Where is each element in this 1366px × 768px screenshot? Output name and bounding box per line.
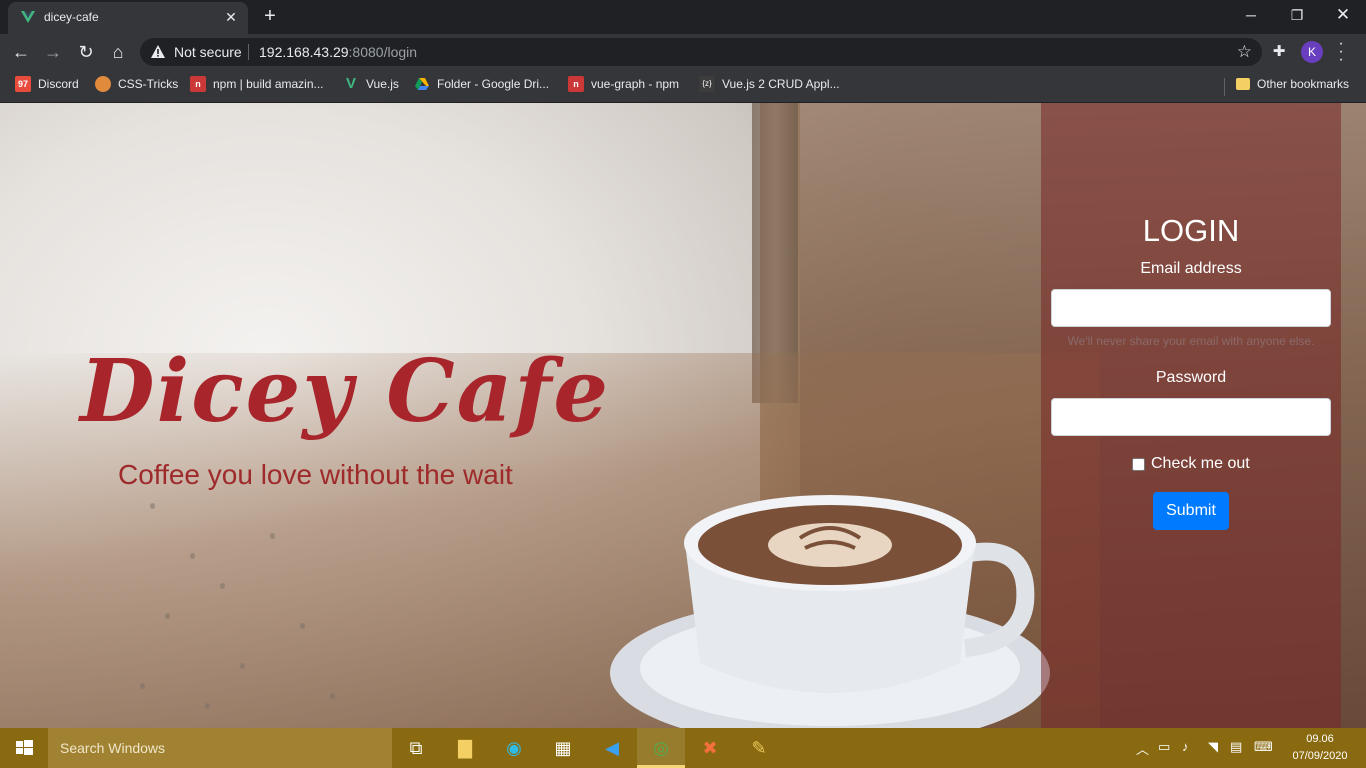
home-icon[interactable]: ⌂ (105, 39, 131, 65)
paint-icon[interactable]: ✎ (735, 728, 783, 768)
edge-icon[interactable]: ◉ (490, 728, 538, 768)
vue-icon: V (345, 75, 356, 92)
notification-icon[interactable]: ▤ (1230, 739, 1242, 755)
remember-label[interactable]: Check me out (1151, 455, 1250, 472)
tab-title: dicey-cafe (44, 10, 99, 24)
warning-icon (151, 45, 165, 58)
url-path: :8080/login (348, 44, 418, 60)
npm-icon: n (568, 76, 584, 92)
google-drive-icon (414, 76, 430, 92)
brand-title: Dicey Cafe (80, 341, 611, 442)
coffee-cup-image (610, 495, 1050, 728)
forward-icon[interactable]: → (40, 39, 66, 65)
clock-time: 09.06 (1306, 733, 1334, 745)
bookmark-css-tricks[interactable]: CSS-Tricks (95, 76, 178, 96)
password-label: Password (1155, 369, 1227, 386)
browser-toolbar: ← → ↻ ⌂ Not secure 192.168.43.29:8080/lo… (0, 34, 1366, 70)
menu-icon[interactable]: · · · (1334, 36, 1348, 68)
email-help-text: We'll never share your email with anyone… (1067, 334, 1315, 348)
volume-icon[interactable]: ♪ (1182, 739, 1189, 754)
code-icon: {z} (699, 76, 715, 92)
profile-avatar[interactable]: K (1301, 41, 1323, 63)
taskbar-search[interactable]: Search Windows (48, 728, 392, 768)
windows-start-icon[interactable] (0, 728, 48, 768)
bookmark-label: vue-graph - npm (591, 77, 680, 91)
store-icon[interactable]: ▦ (539, 728, 587, 768)
browser-titlebar: dicey-cafe ✕ + ─ ❐ ✕ (0, 0, 1366, 34)
email-field[interactable] (1051, 289, 1331, 327)
discord-icon: 97 (15, 76, 31, 92)
minimize-button[interactable]: ─ (1228, 0, 1274, 32)
bookmark-label: npm | build amazin... (213, 77, 324, 91)
login-panel: LOGIN Email address We'll never share yo… (1041, 103, 1341, 728)
battery-icon[interactable]: ▭ (1158, 739, 1170, 755)
url-host: 192.168.43.29 (259, 44, 349, 60)
search-placeholder: Search Windows (60, 740, 166, 756)
task-view-icon[interactable]: ⧉ (392, 728, 440, 768)
bookmark-discord[interactable]: 97 Discord (15, 76, 79, 96)
submit-button[interactable]: Submit (1153, 492, 1229, 530)
omnibox-divider (248, 44, 249, 60)
url-text[interactable]: 192.168.43.29:8080/login (259, 44, 417, 60)
water-droplets (130, 463, 410, 723)
email-label: Email address (1140, 260, 1242, 277)
maximize-button[interactable]: ❐ (1274, 0, 1320, 32)
bookmark-npm[interactable]: n npm | build amazin... (190, 76, 324, 96)
bookmark-label: Folder - Google Dri... (437, 77, 550, 91)
folder-icon (1236, 77, 1250, 90)
remember-checkbox[interactable] (1132, 457, 1145, 471)
reload-icon[interactable]: ↻ (73, 39, 99, 65)
back-icon[interactable]: ← (8, 39, 34, 65)
wifi-icon[interactable]: ◥ (1208, 739, 1218, 755)
remember-row[interactable]: Check me out (1132, 455, 1250, 475)
login-heading: LOGIN (1142, 213, 1240, 248)
brand-tagline: Coffee you love without the wait (118, 459, 513, 490)
tab-close-icon[interactable]: ✕ (222, 8, 240, 26)
address-bar[interactable]: Not secure 192.168.43.29:8080/login ☆ (140, 38, 1262, 66)
npm-icon: n (190, 76, 206, 92)
vscode-icon[interactable]: ◀ (588, 728, 636, 768)
keyboard-icon[interactable]: ⌨ (1254, 739, 1273, 755)
chrome-icon[interactable]: ◎ (637, 728, 685, 768)
tray-chevron-icon[interactable]: ︿ (1136, 739, 1149, 758)
bookmarks-bar: 97 Discord CSS-Tricks n npm | build amazin… (0, 70, 1366, 103)
bookmark-vue-graph[interactable]: n vue-graph - npm (568, 76, 679, 96)
security-label[interactable]: Not secure (174, 44, 242, 60)
login-page: Dicey Cafe Coffee you love without the w… (0, 103, 1366, 728)
new-tab-button[interactable]: + (259, 6, 281, 28)
browser-tab[interactable]: dicey-cafe ✕ (8, 2, 248, 34)
css-tricks-icon (95, 76, 111, 92)
file-explorer-icon[interactable]: ▇ (441, 728, 489, 768)
bookmark-vuejs[interactable]: V Vue.js (343, 76, 399, 96)
bookmark-vue-crud[interactable]: {z} Vue.js 2 CRUD Appl... (699, 76, 840, 96)
bookmark-label: Discord (38, 77, 79, 91)
bookmark-other[interactable]: Other bookmarks (1236, 76, 1349, 96)
extensions-icon[interactable]: ✚ (1269, 42, 1289, 62)
bookmarks-divider (1224, 78, 1225, 96)
bookmark-label: Vue.js 2 CRUD Appl... (722, 77, 840, 91)
windows-taskbar: Search Windows ⧉ ▇ ◉ ▦ ◀ ◎ ✖ ✎ ︿ ▭ ♪ ◥ ▤… (0, 728, 1366, 768)
vue-icon (21, 11, 35, 23)
bookmark-google-drive[interactable]: Folder - Google Dri... (414, 76, 549, 96)
bookmark-label: Vue.js (366, 77, 399, 91)
clock-date: 07/09/2020 (1292, 750, 1348, 762)
bookmark-label: CSS-Tricks (118, 77, 179, 91)
close-window-button[interactable]: ✕ (1320, 0, 1366, 32)
taskbar-clock[interactable]: 09.06 07/09/2020 (1290, 731, 1350, 765)
bookmark-label: Other bookmarks (1257, 76, 1350, 91)
password-field[interactable] (1051, 398, 1331, 436)
star-icon[interactable]: ☆ (1237, 42, 1252, 62)
xampp-icon[interactable]: ✖ (686, 728, 734, 768)
